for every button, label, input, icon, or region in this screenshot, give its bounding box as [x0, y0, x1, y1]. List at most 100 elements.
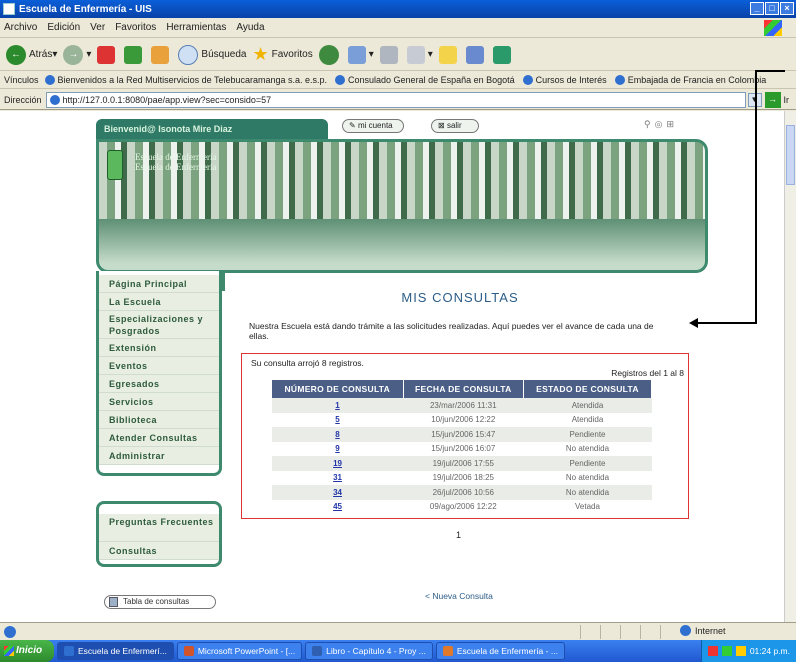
back-button[interactable]: ← Atrás ▾: [6, 44, 57, 65]
maximize-button[interactable]: □: [765, 2, 779, 15]
refresh-button[interactable]: [124, 45, 145, 64]
clock[interactable]: 01:24 p.m.: [750, 646, 790, 656]
link-item[interactable]: Embajada de Francia en Colombia: [614, 75, 766, 85]
nav-administrar[interactable]: Administrar: [99, 447, 219, 465]
go-label[interactable]: Ir: [784, 95, 790, 105]
menu-ver[interactable]: Ver: [90, 22, 105, 33]
edit-button[interactable]: ▾: [406, 45, 433, 64]
stop-button[interactable]: [97, 45, 118, 64]
forward-button[interactable]: → ▾: [63, 44, 91, 65]
callout-line: [697, 322, 757, 324]
cell-fecha: 15/jun/2006 15:47: [403, 427, 524, 442]
nav-eventos[interactable]: Eventos: [99, 357, 219, 375]
cell-numero: 9: [272, 441, 404, 456]
nav-preguntas-frecuentes[interactable]: Preguntas Frecuentes: [99, 514, 219, 542]
task-escuela-2[interactable]: Escuela de Enfermería - ...: [435, 642, 565, 660]
link-item[interactable]: Bienvenidos a la Red Multiservicios de T…: [44, 75, 327, 85]
nav-servicios[interactable]: Servicios: [99, 393, 219, 411]
table-row: 5 10/jun/2006 12:22 Atendida: [272, 412, 652, 427]
nueva-consulta-link[interactable]: < Nueva Consulta: [425, 591, 493, 601]
cell-fecha: 19/jul/2006 18:25: [403, 470, 524, 485]
tray-icon[interactable]: [735, 646, 746, 656]
menu-herramientas[interactable]: Herramientas: [166, 22, 226, 33]
link-item[interactable]: Consulado General de España en Bogotá: [335, 75, 515, 85]
globe-icon[interactable]: ◎: [655, 119, 667, 129]
nav-la-escuela[interactable]: La Escuela: [99, 293, 219, 311]
system-tray: 01:24 p.m.: [700, 640, 796, 662]
favorites-button[interactable]: ★ Favoritos: [252, 44, 312, 65]
print-icon: [379, 45, 398, 64]
messenger-button[interactable]: [492, 45, 514, 64]
home-button[interactable]: [151, 45, 172, 64]
salir-button[interactable]: ⊠ salir: [431, 119, 479, 133]
page-icon: [49, 94, 60, 105]
nav-pagina-principal[interactable]: Página Principal: [99, 275, 219, 293]
edit-icon: [406, 45, 425, 64]
col-estado[interactable]: ESTADO DE CONSULTA: [523, 380, 653, 398]
cell-fecha: 23/mar/2006 11:31: [403, 398, 524, 413]
link-item[interactable]: Cursos de Interés: [522, 75, 607, 85]
header-banner: Escuela de Enfermería Escuela de Enferme…: [96, 139, 708, 273]
menu-archivo[interactable]: Archivo: [4, 22, 37, 33]
consulta-link[interactable]: 34: [333, 488, 342, 497]
tabla-consultas-button[interactable]: Tabla de consultas: [104, 595, 216, 609]
browser-window: Escuela de Enfermería - UIS _ □ × Archiv…: [0, 0, 796, 662]
task-escuela-1[interactable]: Escuela de Enfermerí...: [57, 642, 174, 660]
binoculars-icon[interactable]: ⚲: [644, 119, 655, 129]
consulta-link[interactable]: 19: [333, 459, 342, 468]
consulta-link[interactable]: 8: [335, 430, 339, 439]
status-divider: [640, 625, 641, 639]
scroll-thumb[interactable]: [786, 125, 795, 185]
nav-biblioteca[interactable]: Biblioteca: [99, 411, 219, 429]
sitemap-icon[interactable]: ⊞: [666, 119, 678, 129]
close-button[interactable]: ×: [780, 2, 794, 15]
zone-indicator: Internet: [680, 625, 726, 636]
search-button[interactable]: Búsqueda: [178, 44, 246, 65]
minimize-button[interactable]: _: [750, 2, 764, 15]
consulta-link[interactable]: 5: [335, 415, 339, 424]
page-number[interactable]: 1: [456, 530, 461, 540]
mi-cuenta-button[interactable]: ✎ mi cuenta: [342, 119, 404, 133]
main-border: [222, 271, 242, 291]
logo-line2: Escuela de Enfermería: [135, 162, 217, 172]
folder-button[interactable]: [438, 45, 460, 64]
mi-cuenta-label: mi cuenta: [357, 121, 393, 130]
go-button[interactable]: →: [764, 91, 781, 108]
task-label: Escuela de Enfermería - ...: [456, 646, 558, 656]
print-button[interactable]: [379, 45, 401, 64]
nav-especializaciones[interactable]: Especializaciones y Posgrados: [99, 311, 219, 339]
nav-extension[interactable]: Extensión: [99, 339, 219, 357]
task-libro[interactable]: Libro - Capítulo 4 - Proy ...: [305, 642, 433, 660]
nav-atender-consultas[interactable]: Atender Consultas: [99, 429, 219, 447]
col-numero[interactable]: NÚMERO DE CONSULTA: [272, 380, 404, 398]
consulta-link[interactable]: 31: [333, 473, 342, 482]
menu-ayuda[interactable]: Ayuda: [236, 22, 264, 33]
vertical-scrollbar[interactable]: [784, 111, 796, 622]
menu-edicion[interactable]: Edición: [47, 22, 80, 33]
table-row: 8 15/jun/2006 15:47 Pendiente: [272, 427, 652, 442]
title-bar[interactable]: Escuela de Enfermería - UIS _ □ ×: [0, 0, 796, 18]
task-powerpoint[interactable]: Microsoft PowerPoint - [...: [176, 642, 303, 660]
ie-page-icon: [335, 75, 346, 85]
tray-icon[interactable]: [707, 646, 718, 656]
consulta-link[interactable]: 45: [333, 502, 342, 511]
cell-estado: Pendiente: [523, 427, 652, 442]
forward-arrow-icon: →: [63, 44, 84, 65]
nav-egresados[interactable]: Egresados: [99, 375, 219, 393]
cell-numero: 8: [272, 427, 404, 442]
address-input[interactable]: http://127.0.0.1:8080/pae/app.view?sec=c…: [45, 91, 746, 108]
history-button[interactable]: [318, 44, 342, 65]
start-button[interactable]: Inicio: [0, 640, 54, 662]
nav-consultas[interactable]: Consultas: [99, 542, 219, 560]
callout-arrowhead: [689, 318, 698, 328]
research-button[interactable]: [465, 45, 487, 64]
col-fecha[interactable]: FECHA DE CONSULTA: [403, 380, 524, 398]
consulta-link[interactable]: 1: [335, 401, 339, 410]
consulta-link[interactable]: 9: [335, 444, 339, 453]
cell-estado: No atendida: [523, 470, 652, 485]
tray-icon[interactable]: [721, 646, 732, 656]
uis-logo-icon: [107, 150, 123, 180]
menu-favoritos[interactable]: Favoritos: [115, 22, 156, 33]
address-url: http://127.0.0.1:8080/pae/app.view?sec=c…: [62, 94, 272, 105]
mail-button[interactable]: ▾: [347, 45, 374, 64]
